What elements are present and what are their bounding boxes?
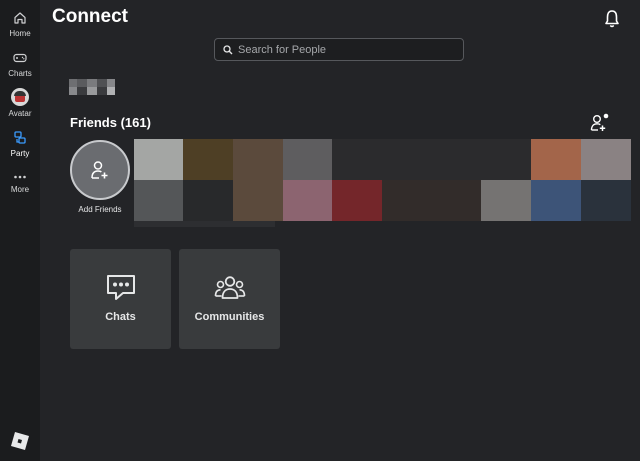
chat-icon bbox=[106, 275, 135, 300]
friend-avatar[interactable] bbox=[183, 139, 233, 180]
gamepad-icon bbox=[13, 53, 27, 63]
nav-avatar[interactable]: Avatar bbox=[0, 88, 40, 118]
nav-party-label: Party bbox=[10, 149, 30, 158]
friend-avatar[interactable] bbox=[432, 139, 482, 180]
communities-tile[interactable]: Communities bbox=[179, 249, 280, 349]
nav-more[interactable]: More bbox=[0, 172, 40, 194]
more-icon bbox=[14, 175, 26, 179]
friend-avatar[interactable] bbox=[432, 180, 482, 221]
nav-charts-label: Charts bbox=[8, 69, 32, 78]
add-user-icon bbox=[91, 161, 108, 179]
home-icon bbox=[14, 12, 26, 24]
nav-more-label: More bbox=[10, 185, 30, 194]
nav-home-label: Home bbox=[9, 29, 31, 38]
nav-home[interactable]: Home bbox=[0, 10, 40, 38]
friend-avatar[interactable] bbox=[581, 180, 631, 221]
friends-carousel[interactable] bbox=[134, 139, 631, 221]
friend-avatar[interactable] bbox=[531, 139, 581, 180]
friend-avatar[interactable] bbox=[233, 139, 283, 180]
friend-avatar[interactable] bbox=[283, 139, 333, 180]
friend-avatar[interactable] bbox=[481, 180, 531, 221]
friends-title: Friends (161) bbox=[70, 115, 151, 130]
friend-avatar[interactable] bbox=[134, 139, 184, 180]
sidebar: Home Charts Avatar Party More bbox=[0, 0, 40, 461]
nav-party[interactable]: Party bbox=[0, 130, 40, 158]
friend-avatar[interactable] bbox=[531, 180, 581, 221]
carousel-scrollbar[interactable] bbox=[134, 221, 275, 227]
add-friends-label: Add Friends bbox=[78, 205, 122, 214]
notifications-bell-icon[interactable] bbox=[603, 9, 621, 29]
friend-avatar[interactable] bbox=[134, 180, 184, 221]
avatar-icon bbox=[11, 88, 29, 106]
communities-label: Communities bbox=[194, 311, 265, 323]
add-friend-icon[interactable] bbox=[589, 113, 609, 133]
party-icon bbox=[14, 131, 26, 144]
friend-avatar[interactable] bbox=[382, 180, 432, 221]
nav-charts[interactable]: Charts bbox=[0, 50, 40, 78]
friend-avatar[interactable] bbox=[382, 139, 432, 180]
friend-avatar[interactable] bbox=[481, 139, 531, 180]
search-input[interactable] bbox=[238, 43, 448, 56]
chats-label: Chats bbox=[105, 311, 136, 323]
search-icon bbox=[223, 44, 233, 54]
friend-avatar[interactable] bbox=[183, 180, 233, 221]
roblox-logo-icon[interactable] bbox=[10, 431, 30, 451]
search-bar[interactable] bbox=[214, 38, 464, 61]
communities-icon bbox=[214, 276, 245, 299]
page-title: Connect bbox=[52, 6, 128, 27]
friend-avatar[interactable] bbox=[233, 180, 283, 221]
nav-avatar-label: Avatar bbox=[8, 109, 32, 118]
friend-avatar[interactable] bbox=[332, 180, 382, 221]
friend-avatar[interactable] bbox=[581, 139, 631, 180]
friend-avatar[interactable] bbox=[332, 139, 382, 180]
username-censored bbox=[69, 79, 115, 95]
friend-avatar[interactable] bbox=[283, 180, 333, 221]
chats-tile[interactable]: Chats bbox=[70, 249, 171, 349]
add-friends-button[interactable] bbox=[70, 140, 130, 200]
